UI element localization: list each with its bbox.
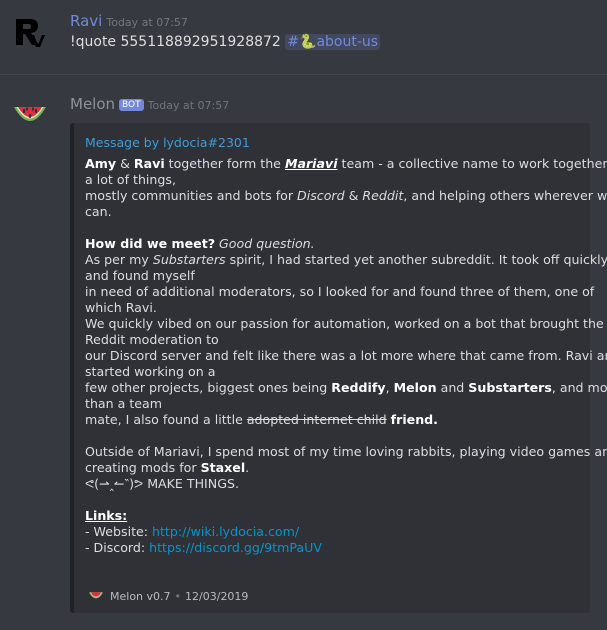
channel-mention[interactable]: #🐍about-us bbox=[285, 34, 381, 50]
embed-text-line: in need of additional moderators, so I l… bbox=[85, 284, 595, 299]
embed-text-span: . bbox=[245, 460, 250, 475]
embed-text-line: We quickly vibed on our passion for auto… bbox=[85, 316, 604, 331]
embed-text-line: As per my Substarters spirit, I had star… bbox=[85, 252, 607, 268]
embed-text-span: few other projects, biggest ones being bbox=[85, 380, 332, 395]
channel-name: about-us bbox=[316, 34, 379, 50]
embed-text-line: and found myself bbox=[85, 268, 195, 283]
author-row: Melon BOT Today at 07:57 bbox=[70, 94, 229, 113]
embed-text-span: , and more bbox=[551, 380, 607, 395]
footer-bot-name: Melon v0.7 bbox=[110, 590, 171, 603]
embed-text-span: - Website: bbox=[85, 524, 152, 539]
embed-text-line: which Ravi. bbox=[85, 300, 157, 315]
embed-text-line: Reddit moderation to bbox=[85, 332, 219, 347]
embed-text-line: Outside of Mariavi, I spend most of my t… bbox=[85, 444, 607, 459]
message-text: !quote 555118892951928872 #🐍about-us bbox=[70, 34, 381, 50]
author-row: Ravi Today at 07:57 bbox=[70, 11, 188, 30]
embed-text-span: adopted internet child bbox=[246, 412, 387, 427]
embed-text-span: Substarters bbox=[152, 252, 226, 267]
embed-text-span: mate, I also found a little bbox=[85, 412, 247, 427]
embed-text-span: Melon bbox=[393, 380, 437, 395]
embed-text-line: - Discord: https://discord.gg/9tmPaUV bbox=[85, 540, 585, 556]
message-content: !quote 555118892951928872 bbox=[70, 34, 281, 50]
embed-text-span: creating mods for bbox=[85, 460, 201, 475]
embed-description: Amy & Ravi together form the Mariavi tea… bbox=[85, 156, 607, 556]
embed-text-span: Reddit bbox=[362, 188, 404, 203]
embed-text-span: Mariavi bbox=[285, 156, 338, 171]
embed-text-line: Links: bbox=[85, 508, 585, 524]
footer-date: 12/03/2019 bbox=[185, 590, 249, 603]
website-link[interactable]: http://wiki.lydocia.com/ bbox=[152, 524, 299, 539]
embed-text-line: than a team bbox=[85, 396, 163, 411]
snake-icon: 🐍 bbox=[299, 34, 317, 50]
embed-text-span: Discord bbox=[297, 188, 345, 203]
embed-text-span: spirit, I had started yet another subred… bbox=[225, 252, 607, 267]
embed-text-line: a lot of things, bbox=[85, 172, 176, 187]
embed-text-span: and bbox=[436, 380, 469, 395]
discord-link[interactable]: https://discord.gg/9tmPaUV bbox=[149, 540, 322, 555]
author-name[interactable]: Melon bbox=[70, 95, 115, 113]
embed-text-line: Amy & Ravi together form the Mariavi tea… bbox=[85, 156, 607, 172]
embed-text-span: Reddify bbox=[331, 380, 386, 395]
embed-text-span: Staxel bbox=[200, 460, 246, 475]
bot-badge: BOT bbox=[119, 99, 144, 111]
embed-text-span: , bbox=[385, 380, 394, 395]
embed-text-span: friend. bbox=[390, 412, 438, 427]
author-name[interactable]: Ravi bbox=[70, 12, 102, 30]
embed-text-line: started working on a bbox=[85, 364, 216, 379]
embed-text-span: & bbox=[344, 188, 363, 203]
embed-footer: Melon v0.7 • 12/03/2019 bbox=[88, 587, 248, 606]
footer-separator: • bbox=[174, 590, 182, 603]
embed-author[interactable]: Message by lydocia#2301 bbox=[85, 135, 250, 150]
embed-text-span: , and helping others wherever we bbox=[403, 188, 607, 203]
embed-text-line: mostly communities and bots for Discord … bbox=[85, 188, 607, 204]
watermelon-icon[interactable] bbox=[12, 95, 48, 131]
embed-text-line: few other projects, biggest ones being R… bbox=[85, 380, 607, 396]
embed-text-line: can. bbox=[85, 204, 112, 219]
hash-icon: # bbox=[287, 34, 300, 50]
message-divider bbox=[0, 74, 607, 75]
embed-text-line: How did we meet? Good question. bbox=[85, 236, 585, 252]
embed-text-line: ᕙ(⇀‸↼‶)ᕗ MAKE THINGS. bbox=[85, 476, 239, 491]
embed-text-line: our Discord server and felt like there w… bbox=[85, 348, 607, 363]
embed-text-span: Ravi bbox=[133, 156, 165, 171]
embed-text-line: - Website: http://wiki.lydocia.com/ bbox=[85, 524, 585, 540]
embed: Message by lydocia#2301 Amy & Ravi toget… bbox=[70, 123, 607, 613]
embed-text-span: Good question. bbox=[215, 236, 315, 251]
timestamp: Today at 07:57 bbox=[106, 16, 188, 29]
embed-text-span: & bbox=[116, 156, 134, 171]
embed-text-span: Amy bbox=[85, 156, 117, 171]
ravi-logo-icon[interactable] bbox=[14, 17, 50, 53]
embed-text-span: Mariavi bbox=[284, 156, 338, 171]
embed-text-span: As per my bbox=[85, 252, 153, 267]
timestamp: Today at 07:57 bbox=[147, 99, 230, 112]
embed-text-span: - Discord: bbox=[85, 540, 150, 555]
embed-text-span: mostly communities and bots for bbox=[85, 188, 298, 203]
embed-text-span: Links: bbox=[85, 508, 128, 523]
watermelon-icon bbox=[88, 587, 104, 606]
embed-text-span: How did we meet? bbox=[85, 236, 216, 251]
embed-text-span: team - a collective name to work togethe… bbox=[337, 156, 607, 171]
embed-text-span: Substarters bbox=[468, 380, 552, 395]
embed-text-line: creating mods for Staxel. bbox=[85, 460, 585, 476]
embed-text-span: together form the bbox=[164, 156, 285, 171]
embed-text-line: mate, I also found a little adopted inte… bbox=[85, 412, 585, 428]
